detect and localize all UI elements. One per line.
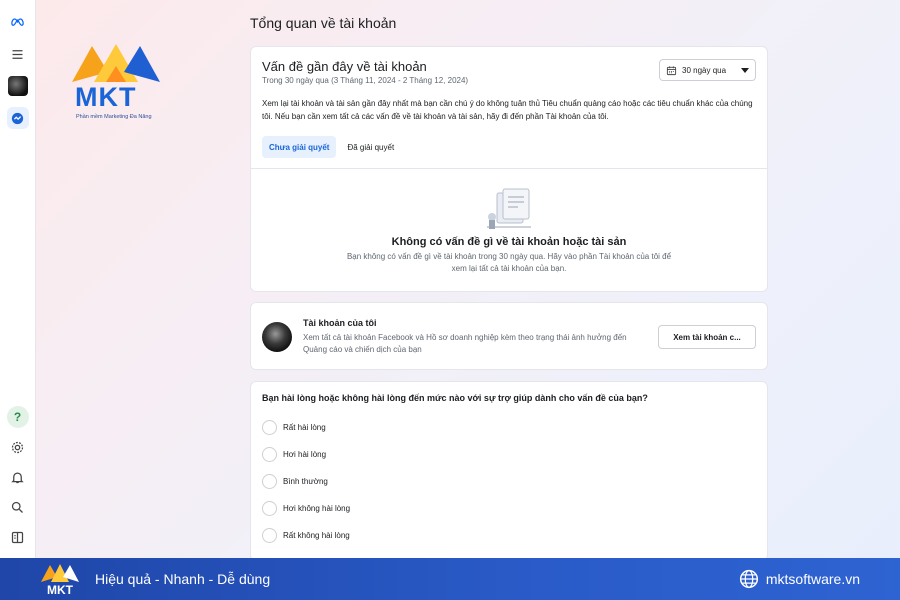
help-icon[interactable]: ?	[6, 406, 29, 428]
radio-button[interactable]	[262, 474, 277, 489]
survey-option-label: Hơi không hài lòng	[283, 504, 351, 513]
menu-icon[interactable]	[7, 43, 29, 65]
chevron-down-icon	[741, 67, 749, 73]
banner-slogan: Hiệu quả - Nhanh - Dễ dùng	[95, 571, 271, 587]
date-range-dropdown[interactable]: 30 ngày qua	[659, 59, 756, 81]
radio-button[interactable]	[262, 501, 277, 516]
my-accounts-description: Xem tất cả tài khoản Facebook và Hồ sơ d…	[303, 333, 627, 354]
account-overview-nav-icon[interactable]	[6, 107, 29, 129]
recent-issues-card: Vấn đề gần đây về tài khoản Trong 30 ngà…	[250, 46, 768, 292]
survey-option[interactable]: Hơi hài lòng	[262, 447, 326, 462]
date-range-value: 30 ngày qua	[682, 65, 727, 75]
radio-button[interactable]	[262, 420, 277, 435]
issues-description: Xem lại tài khoản và tài sản gần đây nhấ…	[262, 99, 753, 121]
logo-text: MKT	[75, 82, 137, 112]
my-accounts-title: Tài khoản của tôi	[303, 318, 377, 328]
radio-button[interactable]	[262, 528, 277, 543]
issues-card-title: Vấn đề gần đây về tài khoản	[262, 59, 427, 74]
empty-state-description: Bạn không có vấn đề gì về tài khoản tron…	[346, 252, 672, 273]
tabs-divider	[251, 168, 767, 169]
promo-banner: MKT Hiệu quả - Nhanh - Dễ dùng mktsoftwa…	[0, 558, 900, 600]
calendar-icon	[666, 65, 677, 75]
survey-option-label: Rất không hài lòng	[283, 531, 350, 540]
survey-option-label: Bình thường	[283, 477, 328, 486]
panel-icon[interactable]	[7, 526, 29, 548]
banner-website[interactable]: mktsoftware.vn	[739, 569, 860, 589]
page-title: Tổng quan về tài khoản	[250, 15, 397, 31]
survey-option[interactable]: Rất không hài lòng	[262, 528, 350, 543]
empty-state-illustration	[487, 188, 531, 229]
tab-unresolved[interactable]: Chưa giải quyết	[262, 136, 337, 158]
survey-option-label: Hơi hài lòng	[283, 450, 327, 459]
tab-resolved[interactable]: Đã giải quyết	[340, 136, 401, 158]
left-nav-rail: ?	[0, 0, 36, 558]
survey-question: Bạn hài lòng hoặc không hài lòng đến mức…	[262, 393, 648, 403]
empty-state-title: Không có vấn đề gì về tài khoản hoặc tài…	[391, 236, 627, 248]
survey-option-label: Rất hài lòng	[283, 423, 326, 432]
globe-icon	[739, 569, 758, 589]
settings-icon[interactable]	[7, 436, 29, 458]
banner-logo: MKT	[40, 562, 80, 597]
issues-tabs: Chưa giải quyết Đã giải quyết	[262, 136, 401, 158]
meta-icon[interactable]	[7, 10, 29, 32]
bell-icon[interactable]	[7, 466, 29, 488]
logo-subtitle: Phần mềm Marketing Đa Năng	[76, 114, 152, 120]
view-accounts-button[interactable]: Xem tài khoản c...	[658, 325, 756, 349]
issues-date-range: Trong 30 ngày qua (3 Tháng 11, 2024 - 2 …	[262, 76, 469, 85]
avatar	[262, 322, 292, 352]
survey-option[interactable]: Rất hài lòng	[262, 420, 326, 435]
account-avatar-thumbnail[interactable]	[7, 76, 28, 96]
svg-text:MKT: MKT	[47, 583, 74, 596]
search-icon[interactable]	[7, 496, 29, 518]
radio-button[interactable]	[262, 447, 277, 462]
survey-option[interactable]: Hơi không hài lòng	[262, 501, 350, 516]
my-accounts-card: Tài khoản của tôi Xem tất cả tài khoản F…	[250, 302, 768, 370]
survey-option[interactable]: Bình thường	[262, 474, 328, 489]
banner-website-text: mktsoftware.vn	[765, 571, 860, 587]
satisfaction-survey-card: Bạn hài lòng hoặc không hài lòng đến mức…	[250, 381, 768, 561]
